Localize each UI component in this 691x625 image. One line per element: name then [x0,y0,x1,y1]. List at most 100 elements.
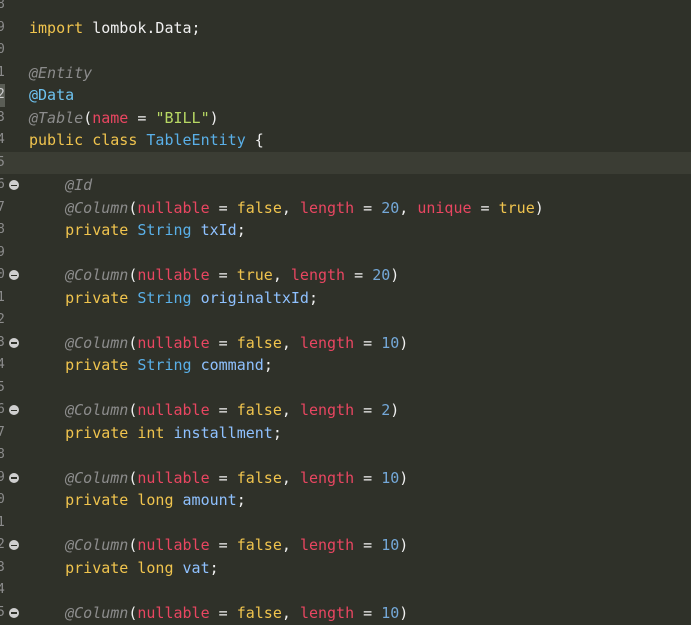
code-token: = [209,468,237,487]
code-token: nullable [137,198,210,217]
line-number: 7 [0,424,5,440]
line-number: 2 [0,84,5,107]
code-token: @Column [65,468,129,487]
code-token: = [345,266,373,284]
code-token: true [498,198,535,217]
line-gutter: 0 [0,264,24,287]
code-line[interactable]: 5 @Column(nullable = false, length = 10) [0,602,691,625]
code-token: length [299,333,355,352]
code-line[interactable]: 4 private String command; [0,354,691,377]
code-line[interactable]: 5 [0,151,691,175]
code-token: false [236,198,282,217]
code-line[interactable]: 0 @Column(nullable = true, length = 20) [0,264,691,287]
code-line[interactable]: 2 [0,309,691,332]
code-token: command [200,356,264,374]
line-text: @Column(nullable = false, length = 20, u… [29,197,544,220]
code-line[interactable]: 7 private int installment; [0,422,691,445]
fold-collapse-icon[interactable] [9,607,19,618]
line-text: private String command; [29,354,273,377]
line-number: 2 [0,312,5,327]
line-number: 3 [0,109,5,125]
code-line[interactable]: 8 private String txId; [0,219,691,242]
code-token: length [290,266,346,284]
line-gutter: 1 [0,287,24,310]
code-token: "BILL" [155,108,210,127]
code-line[interactable]: 9 [0,242,691,265]
code-line[interactable]: 6 @Column(nullable = false, length = 2) [0,399,691,422]
code-token: length [299,468,355,487]
code-line[interactable]: 0 private long amount; [0,489,691,512]
code-line[interactable]: 8 [0,0,691,17]
code-line[interactable]: 5 [0,377,691,400]
code-line[interactable]: 1 @Entity [0,62,691,85]
line-text: import lombok.Data; [29,17,201,40]
code-line[interactable]: 4 public class TableEntity { [0,129,691,152]
line-text: @Entity [29,62,92,85]
code-token: @Column [65,401,129,419]
line-gutter: 1 [0,512,24,535]
code-token: , [281,536,300,554]
fold-collapse-icon[interactable] [9,337,19,348]
code-line[interactable]: 0 [0,39,691,62]
code-token: , [281,198,300,217]
line-gutter: 5 [0,152,24,175]
code-line[interactable]: 9 import lombok.Data; [0,17,691,40]
line-text: public class TableEntity { [29,129,264,152]
line-number: 5 [0,154,5,170]
line-text: @Column(nullable = true, length = 20) [29,264,399,287]
line-text: @Id [29,174,92,197]
code-line[interactable]: 1 [0,512,691,535]
line-text: @Column(nullable = false, length = 2) [29,399,399,422]
code-token: = [209,401,237,419]
code-line[interactable]: 3 private long vat; [0,557,691,580]
code-line[interactable]: 6 @Id [0,174,691,197]
line-number: 8 [0,447,5,462]
line-number: 0 [0,492,5,507]
code-line[interactable]: 1 private String originaltxId; [0,287,691,310]
code-token: false [236,603,282,622]
code-token: @Entity [29,63,93,82]
line-gutter: 2 [0,534,24,557]
code-token: ; [209,558,219,577]
fold-collapse-icon[interactable] [9,540,19,550]
line-number: 3 [0,559,5,575]
code-line[interactable]: 2 @Column(nullable = false, length = 10) [0,534,691,557]
code-token: = [471,198,499,217]
line-gutter: 0 [0,489,24,512]
code-line[interactable]: 3 @Table(name = "BILL") [0,107,691,130]
code-token: ) [399,468,409,487]
fold-collapse-icon[interactable] [9,405,19,415]
line-text: private long amount; [29,489,246,512]
line-gutter: 4 [0,354,24,377]
code-token: = [209,536,237,554]
code-line[interactable]: 4 [0,579,691,602]
fold-collapse-icon[interactable] [9,472,19,483]
line-text: @Column(nullable = false, length = 10) [29,534,408,557]
code-line[interactable]: 2 @Data [0,84,691,107]
line-gutter: 9 [0,467,24,490]
line-number: 9 [0,19,5,35]
code-token: length [299,536,355,554]
code-token: 10 [381,603,400,622]
code-line[interactable]: 7 @Column(nullable = false, length = 20,… [0,197,691,220]
code-token: = [354,401,382,419]
code-token: 20 [372,266,391,284]
code-line[interactable]: 9 @Column(nullable = false, length = 10) [0,467,691,490]
code-token: private int [65,423,165,442]
fold-collapse-icon[interactable] [9,270,19,280]
code-token: TableEntity [146,131,246,149]
code-token: nullable [137,603,210,622]
code-line[interactable]: 3 @Column(nullable = false, length = 10) [0,332,691,355]
code-editor[interactable]: 8 9 import lombok.Data; 0 1 @Entity 2 @Data 3 @Ta… [0,0,691,625]
code-token: name [92,108,129,127]
code-line[interactable]: 8 [0,444,691,467]
fold-collapse-icon[interactable] [9,180,19,190]
line-gutter: 5 [0,377,24,400]
code-token: vat [182,558,210,577]
